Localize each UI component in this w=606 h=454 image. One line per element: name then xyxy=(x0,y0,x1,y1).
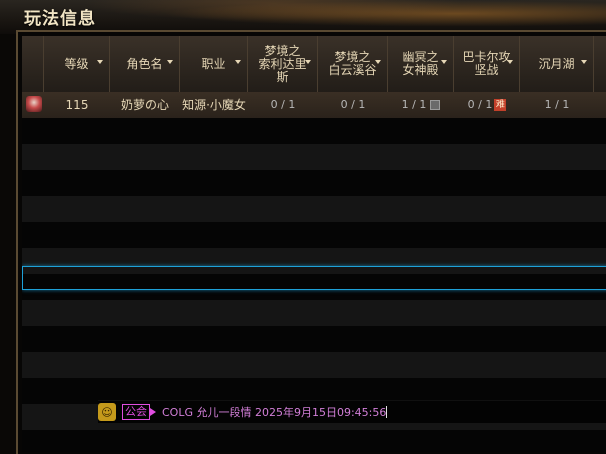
window-title: 玩法信息 xyxy=(24,9,96,29)
sort-caret-icon[interactable] xyxy=(167,60,173,64)
table-row[interactable] xyxy=(22,118,606,144)
cell-soridaris: 0 / 1 xyxy=(270,98,296,111)
guild-channel-tag[interactable]: 公会 xyxy=(122,404,150,420)
sort-caret-icon[interactable] xyxy=(97,60,103,64)
sort-caret-icon[interactable] xyxy=(375,60,381,64)
col-header-class[interactable]: 职业 xyxy=(180,36,248,92)
col-header-goddess-temple[interactable]: 幽冥之 女神殿 xyxy=(388,36,454,92)
lock-icon xyxy=(430,100,441,110)
sort-caret-icon[interactable] xyxy=(507,60,513,64)
chat-text: COLG 允儿一段情 2025年9月15日09:45:56 xyxy=(162,406,387,419)
cell-name: 奶萝の心 xyxy=(120,98,169,112)
smiley-icon[interactable]: ☺ xyxy=(98,403,116,421)
cell-class: 知源·小魔女 xyxy=(182,98,246,112)
class-icon xyxy=(26,96,42,112)
cell-goddess-temple: 1 / 1 xyxy=(388,92,454,118)
arrow-right-icon xyxy=(150,408,156,416)
table-header: 等级 角色名 职业 梦境之 索利达里 斯 梦境之 白云溪谷 幽冥之 女神殿 巴卡… xyxy=(22,36,606,93)
chat-message: ☺ 公会 COLG 允儿一段情 2025年9月15日09:45:56 xyxy=(98,400,606,423)
table-row[interactable] xyxy=(22,300,606,326)
cell-level: 115 xyxy=(65,98,89,112)
sort-caret-icon[interactable] xyxy=(441,60,447,64)
table-row[interactable]: 115 奶萝の心 知源·小魔女 0 / 1 0 / 1 1 / 1 0 / 1难… xyxy=(22,92,606,119)
sort-caret-icon[interactable] xyxy=(305,60,311,64)
sort-caret-icon[interactable] xyxy=(581,60,587,64)
table-row[interactable] xyxy=(22,430,606,452)
col-header-chenyue-lake[interactable]: 沉月湖 xyxy=(520,36,594,92)
cell-chenyue-lake: 1 / 1 xyxy=(544,98,570,111)
table-row[interactable] xyxy=(22,352,606,378)
cell-baiyun: 0 / 1 xyxy=(340,98,366,111)
sort-caret-icon[interactable] xyxy=(235,60,241,64)
col-header-icon xyxy=(22,36,44,92)
text-caret xyxy=(386,406,388,418)
table-row[interactable] xyxy=(22,222,606,248)
col-header-baiyun[interactable]: 梦境之 白云溪谷 xyxy=(318,36,388,92)
hard-mode-badge: 难 xyxy=(494,99,507,111)
dungeon-table: 等级 角色名 职业 梦境之 索利达里 斯 梦境之 白云溪谷 幽冥之 女神殿 巴卡… xyxy=(22,36,606,452)
selected-row-highlight[interactable] xyxy=(22,266,606,290)
table-row[interactable] xyxy=(22,326,606,352)
cell-bakal-raid: 0 / 1难 xyxy=(467,98,507,111)
table-row[interactable] xyxy=(22,144,606,170)
table-row[interactable] xyxy=(22,196,606,222)
col-header-name[interactable]: 角色名 xyxy=(110,36,180,92)
window-header: 玩法信息 xyxy=(0,0,606,34)
table-row[interactable] xyxy=(22,170,606,196)
col-header-bakal-raid[interactable]: 巴卡尔攻 坚战 xyxy=(454,36,520,92)
col-header-soridaris[interactable]: 梦境之 索利达里 斯 xyxy=(248,36,318,92)
col-header-level[interactable]: 等级 xyxy=(44,36,110,92)
